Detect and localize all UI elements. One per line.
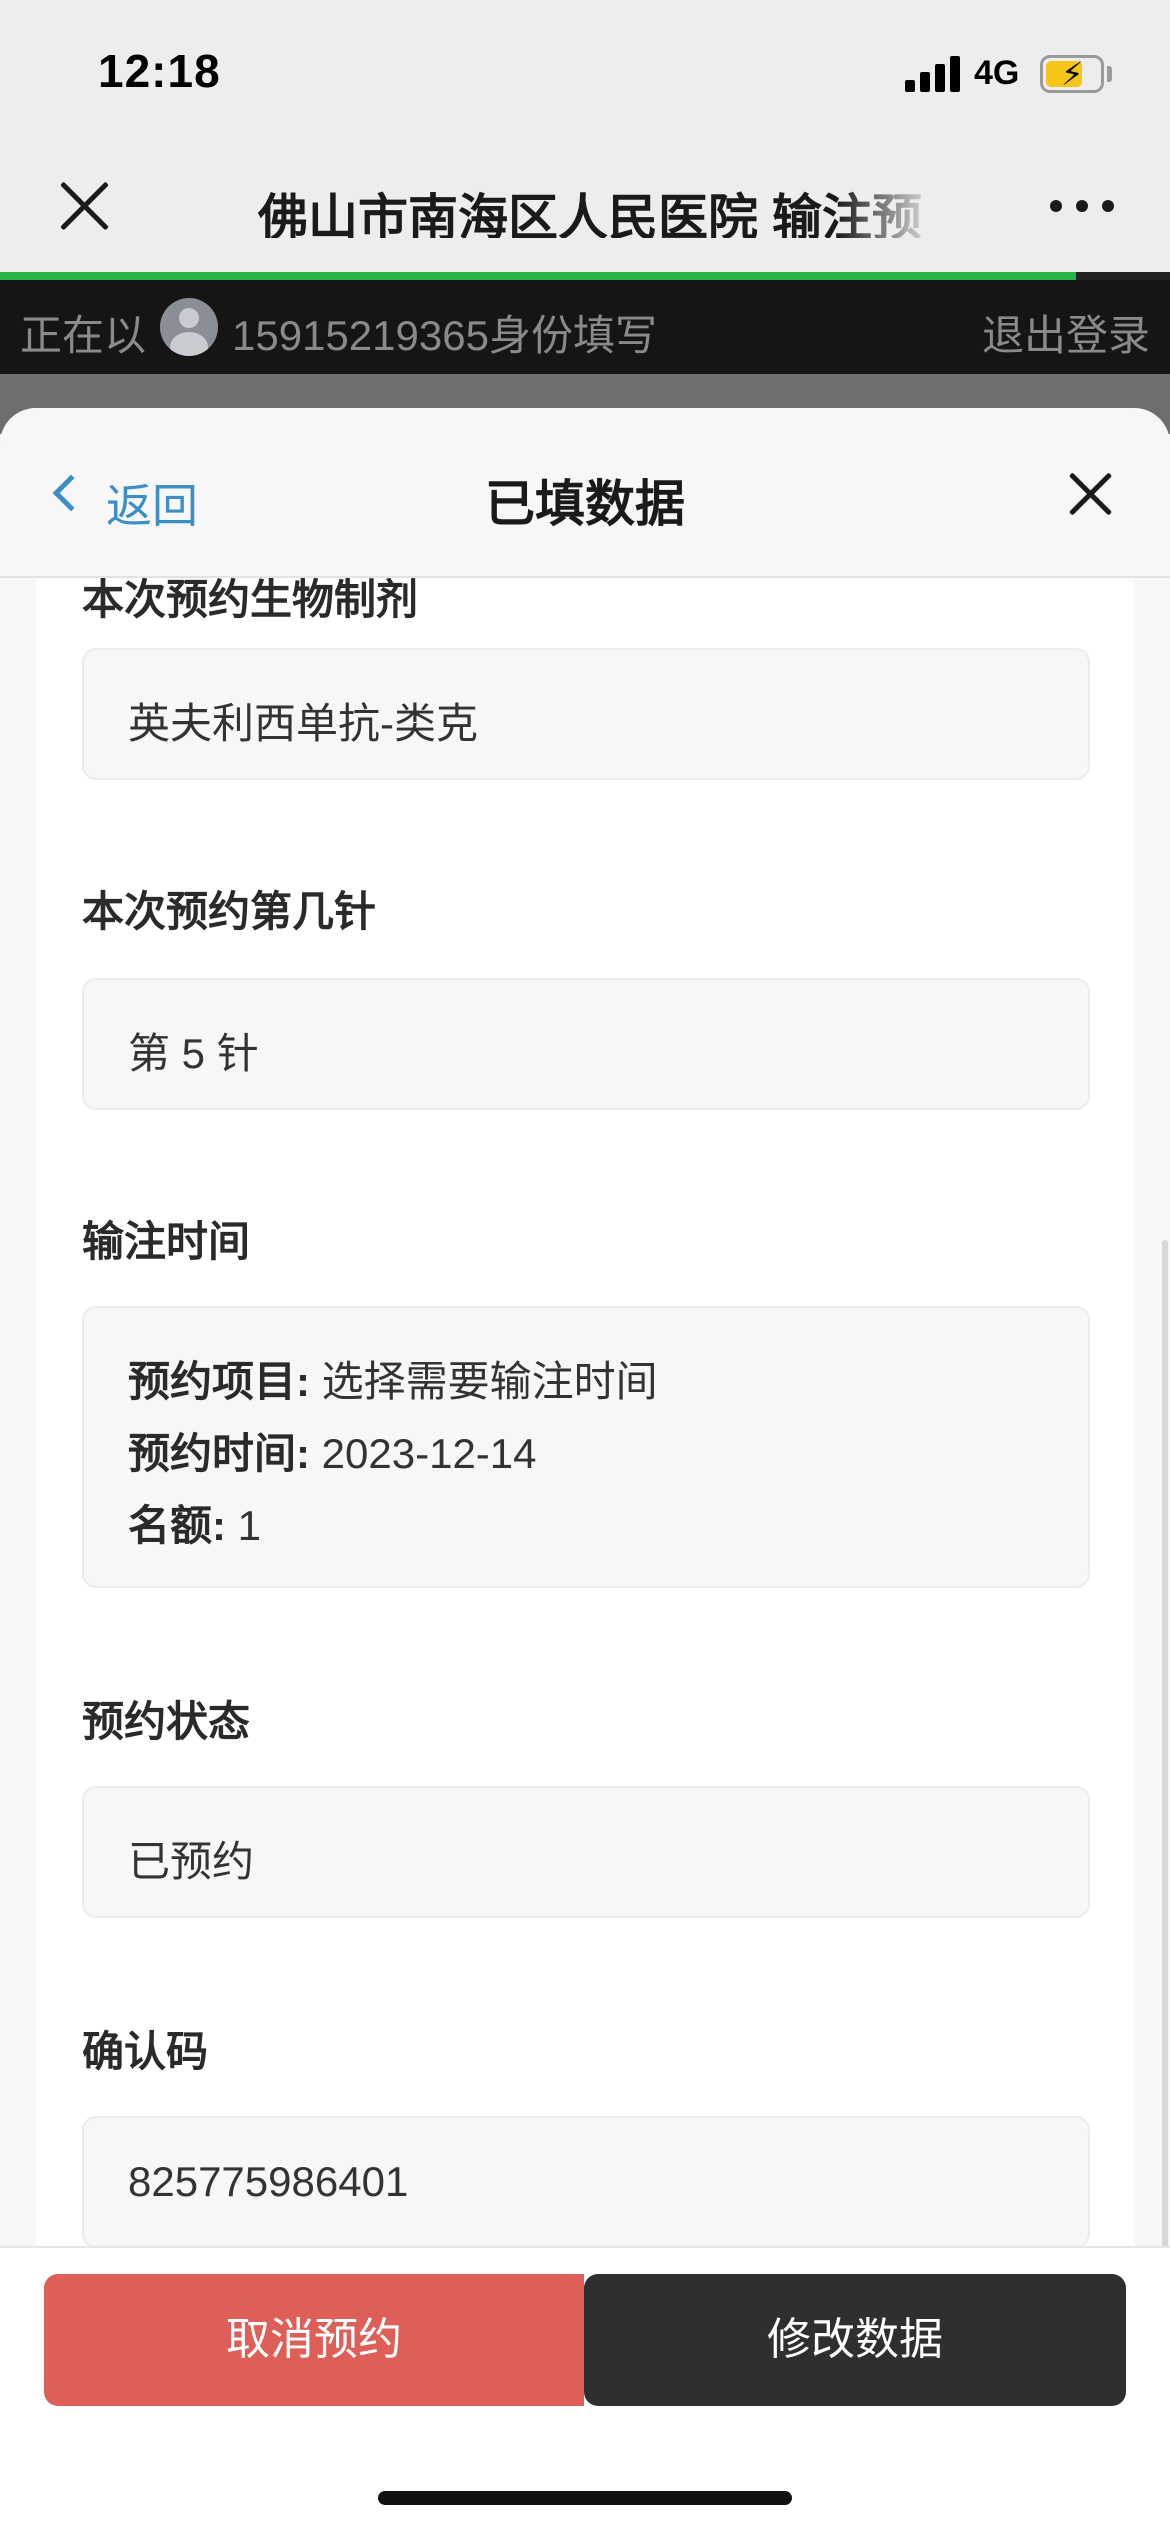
page-title: 佛山市南海区人民医院 输注预 — [258, 190, 922, 238]
field-box-confirm-code: 825775986401 — [82, 2116, 1090, 2248]
more-icon[interactable] — [1050, 200, 1120, 216]
sheet-title: 已填数据 — [485, 476, 685, 532]
field-box-status: 已预约 — [82, 1786, 1090, 1918]
field-label-confirm-code: 确认码 — [82, 2028, 209, 2075]
scrollbar[interactable] — [1162, 1240, 1168, 2260]
action-bar: 取消预约 修改数据 — [0, 2246, 1170, 2532]
home-indicator — [378, 2491, 792, 2505]
avatar — [160, 298, 218, 356]
identity-bar: 正在以 15915219365身份填写 退出登录 — [0, 280, 1170, 374]
kv-value: 1 — [237, 1502, 262, 1549]
close-icon[interactable] — [1062, 466, 1118, 522]
kv-key: 预约时间: — [128, 1430, 310, 1477]
identity-text: 15915219365身份填写 — [232, 312, 657, 359]
status-bar: 12:18 4G ⚡ — [0, 0, 1170, 140]
field-value-biologic: 英夫利西单抗-类克 — [128, 700, 478, 747]
cancel-appointment-button[interactable]: 取消预约 — [44, 2274, 584, 2406]
field-box-biologic: 英夫利西单抗-类克 — [82, 648, 1090, 780]
field-label-status: 预约状态 — [82, 1698, 251, 1745]
kv-key: 预约项目: — [128, 1358, 310, 1405]
field-label-biologic: 本次预约生物制剂 — [82, 578, 419, 623]
battery-tip — [1107, 66, 1112, 82]
field-label-dose: 本次预约第几针 — [82, 888, 377, 935]
filled-data-sheet: 返回 已填数据 本次预约生物制剂 英夫利西单抗-类克 本次预约第几针 第 5 针… — [0, 408, 1170, 2532]
kv-row-quota: 名额: 1 — [128, 1492, 261, 1553]
kv-row-time: 预约时间: 2023-12-14 — [128, 1420, 537, 1481]
field-value-dose: 第 5 针 — [128, 1030, 259, 1077]
field-label-infusion-time: 输注时间 — [82, 1218, 251, 1265]
logout-link[interactable]: 退出登录 — [982, 302, 1150, 363]
kv-key: 名额: — [128, 1502, 226, 1549]
field-value-confirm-code: 825775986401 — [128, 2158, 409, 2205]
field-value-status: 已预约 — [128, 1838, 255, 1885]
network-label: 4G — [974, 54, 1020, 92]
nav-bar: 佛山市南海区人民医院 输注预 — [0, 140, 1170, 274]
kv-row-project: 预约项目: 选择需要输注时间 — [128, 1348, 658, 1409]
page-load-progress — [0, 272, 1170, 280]
signal-icon — [905, 56, 961, 92]
identity-prefix: 正在以 — [20, 312, 147, 359]
sheet-header: 返回 已填数据 — [0, 408, 1170, 578]
progress-fill — [0, 272, 1077, 280]
form-content[interactable]: 本次预约生物制剂 英夫利西单抗-类克 本次预约第几针 第 5 针 输注时间 预约… — [36, 578, 1134, 2398]
field-box-infusion-time: 预约项目: 选择需要输注时间 预约时间: 2023-12-14 名额: 1 — [82, 1306, 1090, 1588]
close-icon[interactable] — [56, 178, 112, 234]
battery-charging-icon: ⚡ — [1040, 55, 1104, 93]
kv-value: 选择需要输注时间 — [321, 1358, 658, 1405]
status-time: 12:18 — [98, 45, 221, 97]
kv-value: 2023-12-14 — [321, 1430, 537, 1477]
modify-data-button[interactable]: 修改数据 — [584, 2274, 1126, 2406]
field-box-dose: 第 5 针 — [82, 978, 1090, 1110]
